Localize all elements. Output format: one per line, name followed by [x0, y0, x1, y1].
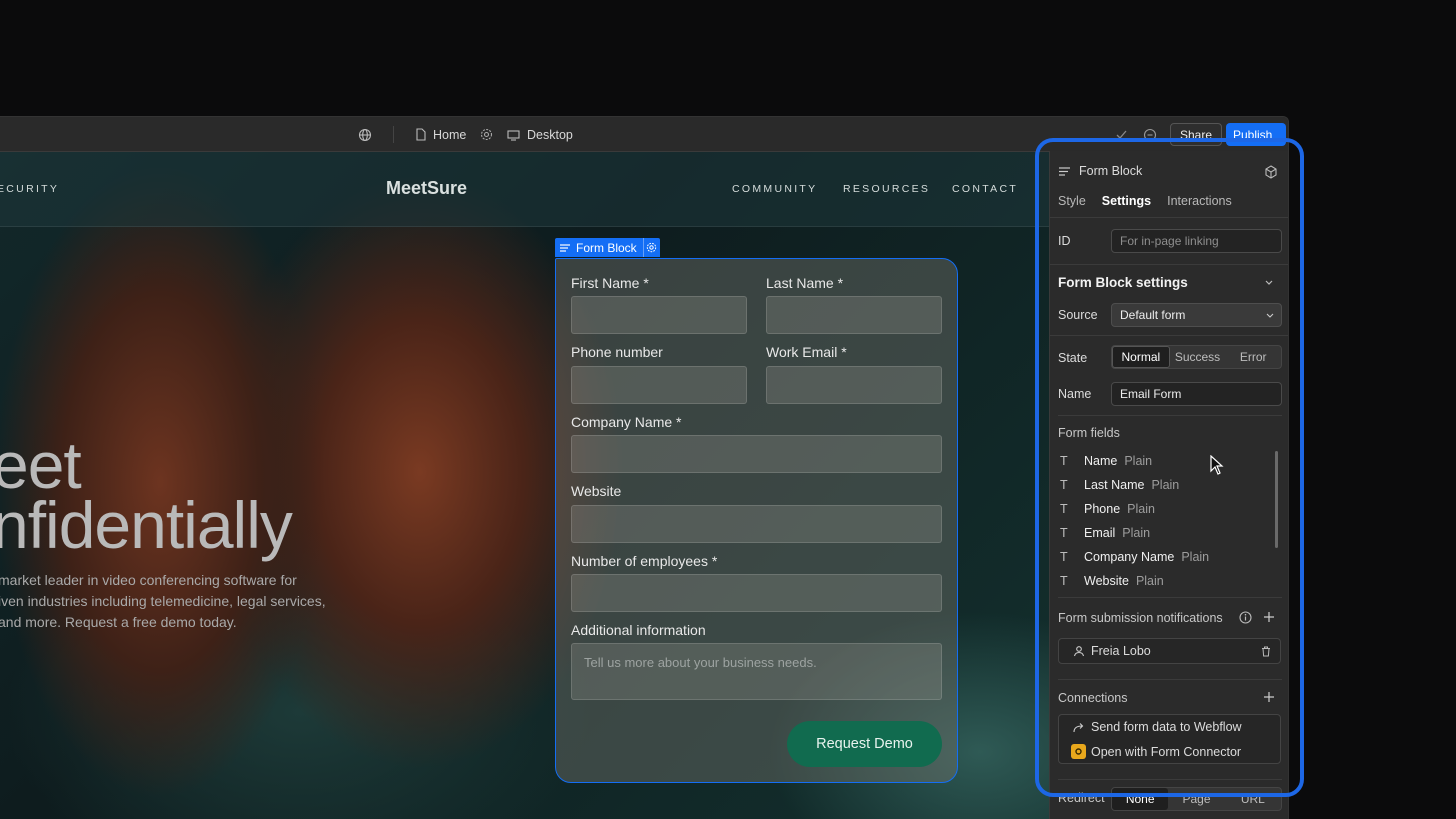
- page-selector[interactable]: Home: [415, 117, 493, 152]
- hero-text-line3: and more. Request a free demo today.: [0, 614, 237, 630]
- nav-link-contact[interactable]: CONTACT: [952, 183, 1018, 195]
- website-field[interactable]: [571, 505, 942, 543]
- company-name-label: Company Name *: [571, 414, 682, 430]
- company-name-field[interactable]: [571, 435, 942, 473]
- phone-label: Phone number: [571, 344, 663, 360]
- work-email-label: Work Email *: [766, 344, 847, 360]
- globe-icon[interactable]: [358, 117, 372, 152]
- page-settings-gear-icon[interactable]: [480, 128, 493, 141]
- highlight-outline: [1035, 138, 1304, 797]
- nav-link-community[interactable]: COMMUNITY: [732, 183, 817, 195]
- first-name-field[interactable]: [571, 296, 747, 334]
- hero-heading: eet nfidentially: [0, 428, 293, 562]
- phone-field[interactable]: [571, 366, 747, 404]
- website-label: Website: [571, 483, 622, 499]
- breakpoint-selector[interactable]: Desktop: [507, 117, 573, 152]
- hero-text-line1: market leader in video conferencing soft…: [0, 572, 297, 588]
- hero-heading-line1: eet: [0, 428, 82, 502]
- element-settings-gear-icon[interactable]: [642, 238, 660, 257]
- site-navbar: ECURITY MeetSure COMMUNITY RESOURCES CON…: [0, 152, 1050, 227]
- hero-heading-line2: nfidentially: [0, 488, 293, 562]
- last-name-label: Last Name *: [766, 275, 844, 291]
- first-name-label: First Name *: [571, 275, 649, 291]
- selected-element-label: Form Block: [576, 240, 637, 255]
- form-block-icon: [560, 243, 570, 252]
- additional-info-label: Additional information: [571, 622, 706, 638]
- site-brand[interactable]: MeetSure: [386, 178, 467, 199]
- topbar-divider: [393, 126, 394, 143]
- hero-paragraph: market leader in video conferencing soft…: [0, 570, 358, 633]
- page-label: Home: [433, 127, 467, 142]
- design-canvas[interactable]: ECURITY MeetSure COMMUNITY RESOURCES CON…: [0, 152, 1050, 819]
- nav-link-resources[interactable]: RESOURCES: [843, 183, 930, 195]
- page-icon: [416, 128, 426, 141]
- employees-field[interactable]: [571, 574, 942, 612]
- employees-label: Number of employees *: [571, 553, 718, 569]
- breakpoint-label: Desktop: [527, 127, 573, 142]
- nav-link-security[interactable]: ECURITY: [0, 183, 59, 195]
- desktop-icon: [507, 129, 520, 141]
- work-email-field[interactable]: [766, 366, 942, 404]
- hero-text-line2: iven industries including telemedicine, …: [0, 593, 326, 609]
- last-name-field[interactable]: [766, 296, 942, 334]
- selected-element-tag[interactable]: Form Block: [555, 238, 660, 257]
- additional-info-textarea[interactable]: Tell us more about your business needs.: [571, 643, 942, 700]
- request-demo-button[interactable]: Request Demo: [787, 721, 942, 767]
- form-block[interactable]: First Name * Last Name * Phone number Wo…: [555, 258, 958, 783]
